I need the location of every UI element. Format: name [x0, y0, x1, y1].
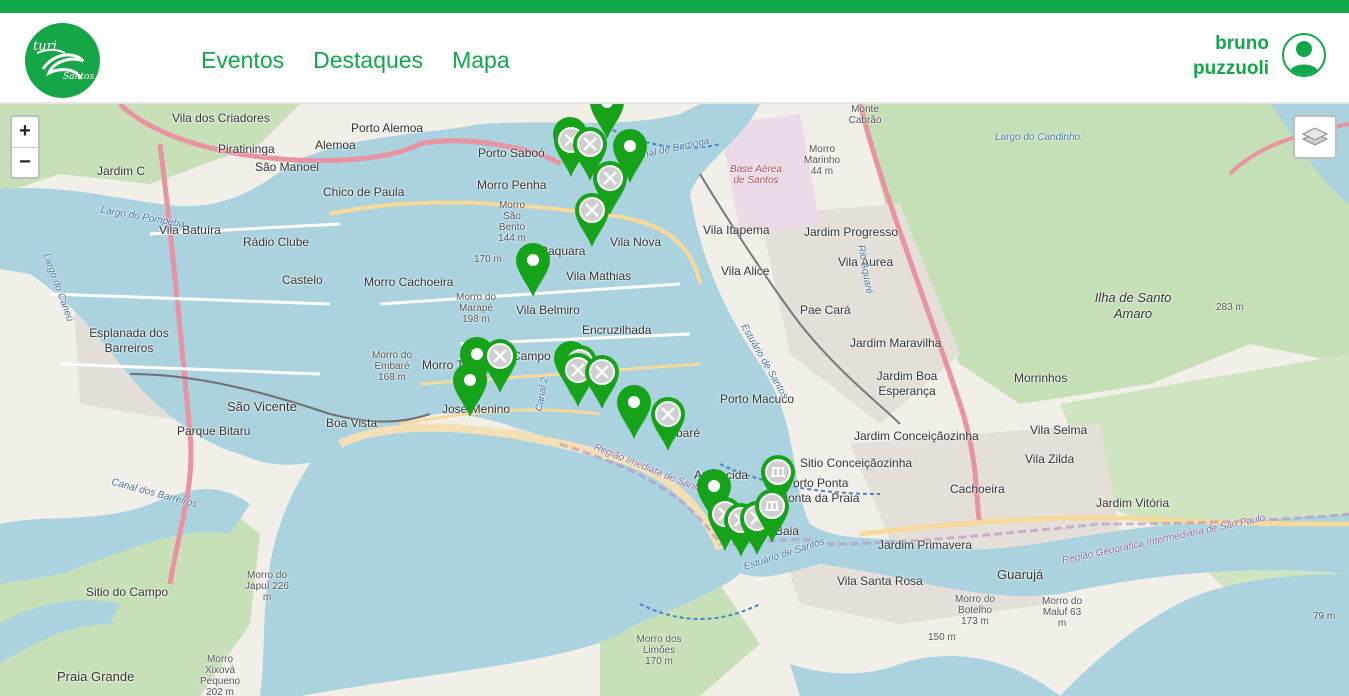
elevation-label: Morro do Embaré 168 m — [371, 350, 412, 383]
map-pin-icon[interactable] — [451, 362, 489, 418]
elevation-label: Morro Xixová Pequeno 202 m — [199, 654, 241, 696]
map-label: Vila Mathias — [566, 269, 632, 283]
map-pin-icon[interactable] — [615, 384, 653, 440]
map-label: Parque Bitaru — [177, 424, 251, 438]
map-label: Boa Vista — [326, 416, 378, 430]
map-label: Rádio Clube — [243, 235, 310, 249]
map-label: Jardim C — [97, 164, 146, 178]
map-label: Jardim Progresso — [804, 225, 899, 239]
map-label: São Vicente — [227, 399, 297, 414]
nav-eventos[interactable]: Eventos — [201, 47, 284, 74]
map-label: Morrinhos — [1014, 371, 1068, 385]
map-label: Alemoa — [315, 138, 356, 152]
museum-marker-icon[interactable] — [753, 488, 791, 544]
user-avatar-icon[interactable] — [1282, 33, 1326, 77]
elevation-label: 150 m — [928, 632, 956, 643]
map-label: Porto Alemoa — [351, 121, 424, 135]
map-label: Vila Zilda — [1025, 452, 1075, 466]
elevation-label: Morro do Marapé 198 m — [455, 292, 496, 325]
map-label: Vila Santa Rosa — [837, 574, 923, 588]
map-label: Esplanada dos Barreiros — [89, 326, 169, 355]
logo-text-bottom: Santos — [63, 72, 94, 82]
map-label: Praia Grande — [57, 669, 135, 684]
map-label: Jardim Conceiçãozinha — [854, 429, 979, 443]
map-label: Porto Saboó — [478, 146, 545, 160]
zoom-in-button[interactable]: + — [12, 117, 38, 148]
elevation-label: 283 m — [1216, 302, 1244, 313]
zoom-out-button[interactable]: − — [12, 148, 38, 178]
map-label: Jardim Primavera — [878, 538, 973, 552]
map-label: Morro Cachoeira — [364, 275, 454, 289]
map-label: Encruzilhada — [582, 323, 652, 337]
water-label: Largo do Candinho — [995, 132, 1081, 143]
elevation-label: 79 m — [1313, 611, 1336, 622]
airbase-label: Base Aérea de Santos — [730, 164, 782, 186]
map-label: São Manoel — [255, 160, 320, 174]
map-label: Sitio Conceiçãozinha — [800, 456, 913, 470]
elevation-label: Morro do Botelho 173 m — [954, 594, 995, 627]
top-accent-bar — [0, 0, 1349, 13]
map-label: Sitio do Campo — [86, 585, 169, 599]
turi-santos-logo[interactable]: turi Santos — [25, 23, 100, 98]
map-label: Guarujá — [997, 567, 1044, 582]
map-label: Morro Penha — [477, 178, 547, 192]
elevation-label: Morro do Maluf 63 m — [1041, 596, 1082, 629]
map-label: Jardim Boa Esperança — [876, 369, 938, 398]
map-label: Vila Itapema — [703, 223, 770, 237]
map-label: Vila Nova — [610, 235, 662, 249]
elevation-label: Morro do Japuí 226 m — [245, 570, 289, 603]
map-label: Cachoeira — [950, 482, 1005, 496]
map-label: Piratininga — [218, 142, 275, 156]
map-label: Pae Cará — [800, 303, 851, 317]
layers-icon[interactable] — [1293, 115, 1337, 159]
user-first-name: bruno — [1215, 33, 1269, 54]
user-last-name: puzzuoli — [1193, 58, 1269, 79]
restaurant-marker-icon[interactable] — [573, 192, 611, 248]
site-header: turi Santos Eventos Destaques Mapa bruno… — [0, 13, 1349, 104]
restaurant-marker-icon[interactable] — [649, 396, 687, 452]
logo-wave-icon — [36, 49, 85, 80]
map-view[interactable]: + − Vila dos Criadores Porto Alemoa Pira… — [0, 104, 1349, 696]
island-label: Ilha de Santo Amaro — [1094, 290, 1172, 321]
elevation-label: 170 m — [474, 254, 502, 265]
nav-mapa[interactable]: Mapa — [452, 47, 510, 74]
map-label: Castelo — [282, 273, 323, 287]
zoom-control: + − — [10, 115, 40, 179]
map-label: Chico de Paula — [323, 185, 405, 199]
logo-text-top: turi — [33, 39, 57, 54]
map-label: Vila Alice — [721, 264, 770, 278]
main-nav: Eventos Destaques Mapa — [201, 47, 510, 74]
elevation-label: Morro São Bento 144 m — [498, 200, 526, 244]
map-label: Vila Belmiro — [516, 303, 580, 317]
elevation-label: Morro Marinho 44 m — [803, 144, 841, 177]
map-label: Vila dos Criadores — [172, 111, 270, 125]
nav-destaques[interactable]: Destaques — [313, 47, 423, 74]
elevation-label: Monte Cabrão — [848, 104, 882, 126]
map-pin-icon[interactable] — [514, 242, 552, 298]
map-label: Vila Selma — [1030, 423, 1088, 437]
map-label: Jardim Vitória — [1096, 496, 1170, 510]
map-label: Jardim Maravilha — [850, 336, 942, 350]
elevation-label: Morro dos Limões 170 m — [636, 634, 682, 667]
user-name[interactable]: bruno puzzuoli — [1149, 31, 1269, 81]
